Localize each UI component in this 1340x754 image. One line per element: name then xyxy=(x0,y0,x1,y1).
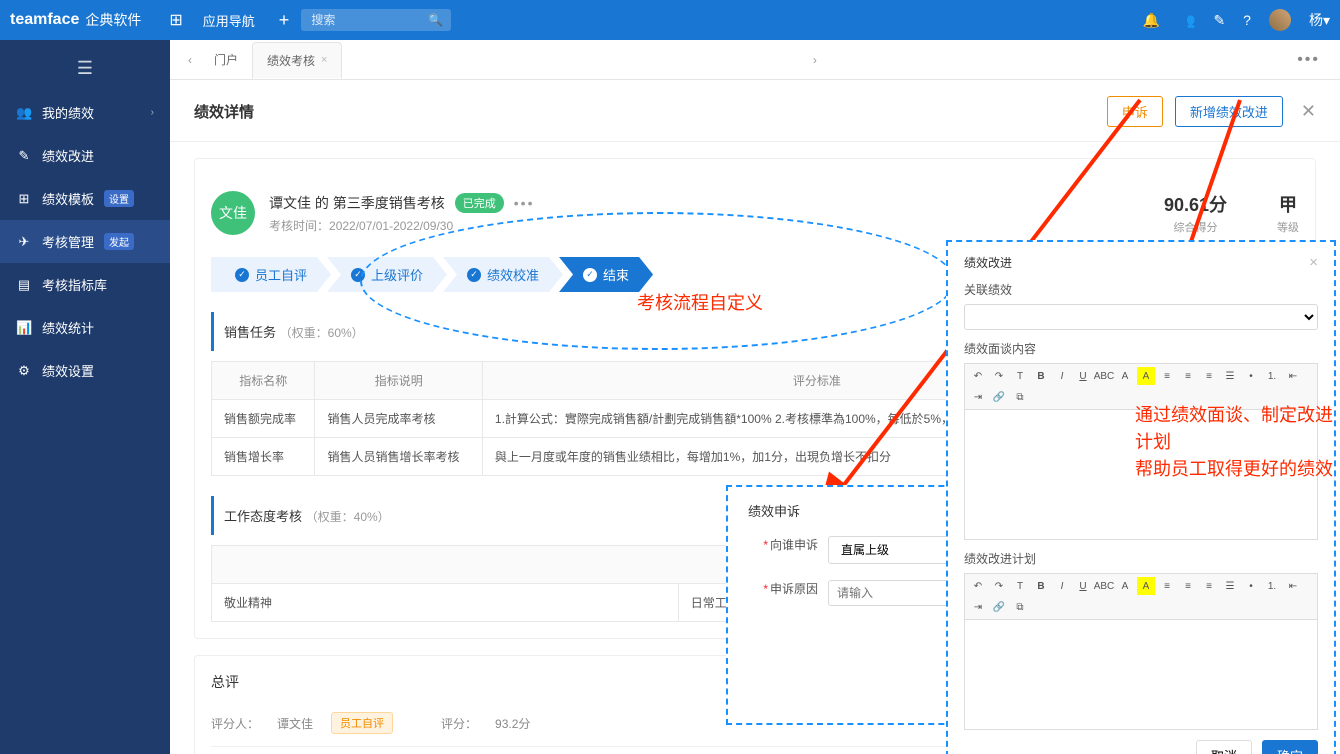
tab-close-icon[interactable]: × xyxy=(321,54,327,66)
tab-forward-icon[interactable]: › xyxy=(805,53,825,67)
flow-step[interactable]: ✓绩效校准 xyxy=(443,257,563,292)
sidebar-item-label: 绩效改进 xyxy=(42,146,94,165)
app-nav[interactable]: 应用导航 xyxy=(203,11,255,30)
interview-editor[interactable] xyxy=(964,410,1318,540)
apps-icon[interactable]: ⊞ xyxy=(169,10,182,30)
sidebar-item-label: 我的绩效 xyxy=(42,103,94,122)
new-improve-button[interactable]: 新增绩效改进 xyxy=(1175,96,1283,127)
grade: 甲 xyxy=(1277,191,1299,217)
editor-toolbar-2[interactable]: ↶↷TBIUABCAA≡≡≡☰•1.⇤⇥🔗⧉ xyxy=(964,573,1318,620)
sidebar-item[interactable]: ✈ 考核管理发起 xyxy=(0,220,170,263)
bell-icon[interactable]: 🔔 xyxy=(1143,12,1160,29)
page-close-icon[interactable]: ✕ xyxy=(1301,101,1316,122)
main: ‹ 门户 绩效考核× › ••• 绩效详情 申诉 新增绩效改进 ✕ 文佳 xyxy=(170,40,1340,754)
logo: teamface xyxy=(10,11,79,29)
review-title: 谭文佳 的 第三季度销售考核 xyxy=(269,193,445,213)
sidebar: ☰ 👥 我的绩效 › ✎ 绩效改进 ⊞ 绩效模板设置 ✈ 考核管理发起 ▤ 考核指标库 📊 绩效统计 ⚙ 绩… xyxy=(0,40,170,754)
sidebar-badge: 发起 xyxy=(104,233,134,250)
sidebar-item-label: 考核指标库 xyxy=(42,275,107,294)
page-title: 绩效详情 xyxy=(194,101,254,122)
improve-dialog-title: 绩效改进 xyxy=(964,254,1012,271)
more-icon[interactable]: ••• xyxy=(514,195,535,211)
topbar: teamface 企典软件 ⊞ 应用导航 + 🔍 🔔 👥 ✎ ? 杨▾ xyxy=(0,0,1340,40)
tab-more-icon[interactable]: ••• xyxy=(1287,51,1330,69)
employee-avatar: 文佳 xyxy=(211,191,255,235)
status-badge: 已完成 xyxy=(455,193,504,213)
brand-name: 企典软件 xyxy=(85,10,141,30)
tab-performance[interactable]: 绩效考核× xyxy=(252,42,342,79)
help-icon[interactable]: ? xyxy=(1243,12,1251,28)
check-icon: ✓ xyxy=(235,268,249,282)
sidebar-item-label: 绩效设置 xyxy=(42,361,94,380)
improve-dialog: 绩效改进× 关联绩效 绩效面谈内容 ↶↷TBIUABCAA≡≡≡☰•1.⇤⇥🔗⧉… xyxy=(946,240,1336,754)
sidebar-toggle-icon[interactable]: ☰ xyxy=(0,50,170,91)
search-icon[interactable]: 🔍 xyxy=(428,13,443,27)
avatar[interactable] xyxy=(1269,9,1291,31)
sidebar-item[interactable]: 📊 绩效统计 xyxy=(0,306,170,349)
sidebar-icon: ⊞ xyxy=(16,191,32,207)
sidebar-icon: ✈ xyxy=(16,234,32,250)
sidebar-item-label: 考核管理 xyxy=(42,232,94,251)
sidebar-badge: 设置 xyxy=(104,190,134,207)
sidebar-icon: ▤ xyxy=(16,277,32,293)
org-icon[interactable]: 👥 xyxy=(1178,12,1195,29)
sidebar-item-label: 绩效模板 xyxy=(42,189,94,208)
flow-step[interactable]: ✓上级评价 xyxy=(327,257,447,292)
new-icon[interactable]: + xyxy=(279,10,290,31)
sidebar-icon: ✎ xyxy=(16,148,32,164)
review-tag: 员工自评 xyxy=(331,712,393,734)
sidebar-item[interactable]: 👥 我的绩效 › xyxy=(0,91,170,134)
flow-step[interactable]: ✓结束 xyxy=(559,257,653,292)
check-icon: ✓ xyxy=(583,268,597,282)
edit-icon[interactable]: ✎ xyxy=(1213,12,1225,29)
check-icon: ✓ xyxy=(467,268,481,282)
review-period: 考核时间：2022/07/01-2022/09/30 xyxy=(269,217,535,234)
improve-close-icon[interactable]: × xyxy=(1309,254,1318,271)
sidebar-item[interactable]: ✎ 绩效改进 xyxy=(0,134,170,177)
sidebar-item[interactable]: ▤ 考核指标库 xyxy=(0,263,170,306)
sidebar-item[interactable]: ⚙ 绩效设置 xyxy=(0,349,170,392)
total-score: 90.61分 xyxy=(1164,191,1227,217)
page-head: 绩效详情 申诉 新增绩效改进 ✕ xyxy=(170,80,1340,142)
flow-step[interactable]: ✓员工自评 xyxy=(211,257,331,292)
tab-home[interactable]: 门户 xyxy=(200,42,252,77)
appeal-button[interactable]: 申诉 xyxy=(1107,96,1163,127)
sidebar-icon: 📊 xyxy=(16,320,32,336)
user-menu[interactable]: 杨▾ xyxy=(1309,10,1330,30)
tab-bar: ‹ 门户 绩效考核× › ••• xyxy=(170,40,1340,80)
plan-editor[interactable] xyxy=(964,620,1318,730)
check-icon: ✓ xyxy=(351,268,365,282)
editor-toolbar-1[interactable]: ↶↷TBIUABCAA≡≡≡☰•1.⇤⇥🔗⧉ xyxy=(964,363,1318,410)
improve-ok-button[interactable]: 确定 xyxy=(1262,740,1318,754)
appeal-dialog-title: 绩效申诉 xyxy=(748,501,800,520)
improve-link-select[interactable] xyxy=(964,304,1318,330)
sidebar-icon: 👥 xyxy=(16,105,32,121)
improve-cancel-button[interactable]: 取消 xyxy=(1196,740,1252,754)
sidebar-icon: ⚙ xyxy=(16,363,32,379)
sidebar-item-label: 绩效统计 xyxy=(42,318,94,337)
tab-back-icon[interactable]: ‹ xyxy=(180,53,200,67)
sidebar-item[interactable]: ⊞ 绩效模板设置 xyxy=(0,177,170,220)
chevron-right-icon: › xyxy=(151,107,154,118)
